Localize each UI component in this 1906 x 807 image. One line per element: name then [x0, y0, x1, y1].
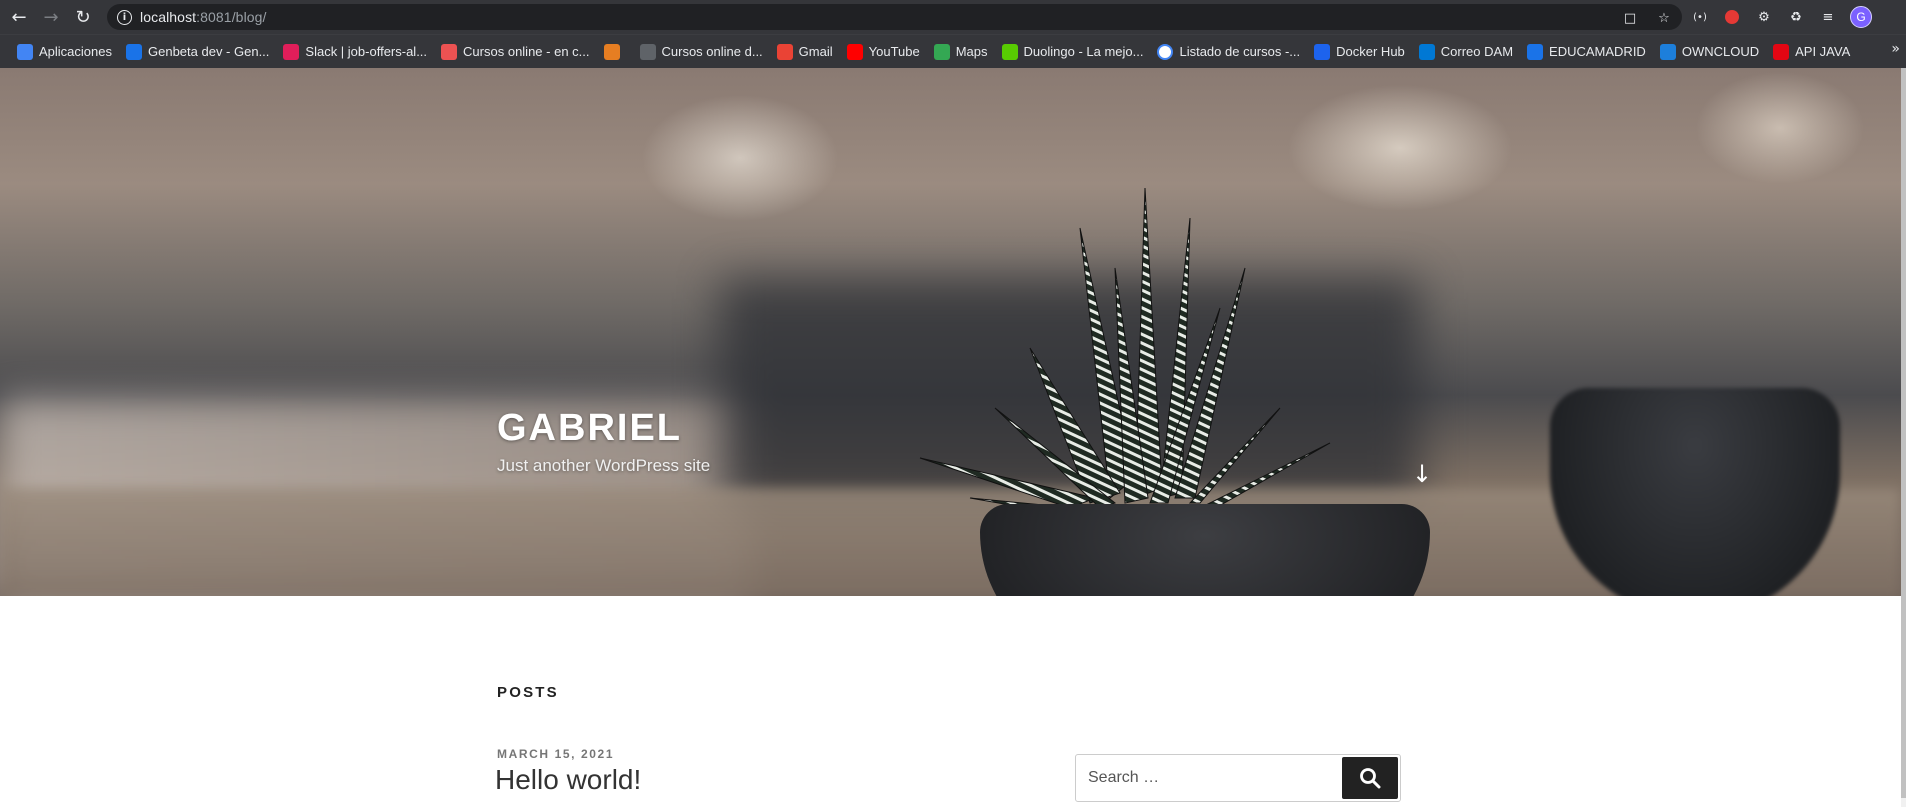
succulent-leaves	[919, 187, 1331, 514]
arrow-right-icon: →	[43, 6, 59, 28]
post-title[interactable]: Hello world!	[495, 764, 641, 796]
apps-grid-icon	[17, 43, 33, 60]
url-host: localhost	[140, 9, 197, 25]
bookmark-item[interactable]: Duolingo - La mejo...	[995, 39, 1151, 65]
bookmark-label: Slack | job-offers-al...	[305, 44, 428, 59]
search-icon	[1360, 768, 1381, 789]
bookmark-label: Maps	[955, 44, 988, 59]
cast-extension-icon[interactable]: (•)	[1690, 7, 1710, 27]
duolingo-icon	[1001, 43, 1018, 60]
bookmark-label: Cursos online - en c...	[463, 44, 590, 59]
slack-icon	[283, 43, 300, 60]
posts-section-heading: POSTS	[497, 684, 559, 701]
bookmark-label: EDUCAMADRID	[1549, 44, 1646, 59]
gmail-icon	[776, 43, 793, 60]
site-tagline: Just another WordPress site	[497, 456, 711, 475]
url-path: :8081/blog/	[196, 9, 267, 25]
bookmark-item[interactable]: Cursos online - en c...	[434, 39, 596, 65]
arrow-left-icon: ←	[11, 6, 27, 28]
mail-icon	[1418, 43, 1435, 60]
bookmark-item[interactable]: Genbeta dev - Gen...	[119, 39, 276, 65]
bookmark-label: Duolingo - La mejo...	[1023, 44, 1144, 59]
site-info-icon[interactable]: i	[117, 9, 132, 25]
search-input[interactable]	[1088, 769, 1348, 787]
bookmark-label: Cursos online d...	[661, 44, 763, 59]
bookmark-item[interactable]: Correo DAM	[1412, 39, 1520, 65]
cat-icon	[603, 43, 620, 60]
site-title[interactable]: GABRIEL	[497, 407, 682, 450]
reading-list-icon[interactable]: ≡	[1818, 7, 1838, 27]
bookmarks-overflow-chevron-icon[interactable]: »	[1891, 41, 1900, 57]
search-button[interactable]	[1342, 757, 1398, 799]
adblock-icon[interactable]	[1722, 7, 1742, 27]
bookmark-label: Docker Hub	[1336, 44, 1405, 59]
settings-extension-icon[interactable]: ⚙	[1754, 7, 1774, 27]
bookmark-item[interactable]: EDUCAMADRID	[1520, 39, 1653, 65]
scrollbar-thumb[interactable]	[1901, 68, 1906, 798]
url-text: localhost:8081/blog/	[140, 9, 267, 25]
browser-toolbar: ← → ↻ i localhost:8081/blog/ □ ☆ (•) ⚙ ♻…	[0, 0, 1906, 34]
bookmark-item[interactable]: Cursos online d...	[633, 39, 770, 65]
udemy-icon	[441, 43, 458, 60]
search-widget	[1075, 754, 1401, 802]
google-icon	[1157, 43, 1174, 60]
reload-button[interactable]: ↻	[70, 4, 96, 30]
bookmark-label: Genbeta dev - Gen...	[148, 44, 270, 59]
cloud-icon	[1659, 43, 1676, 60]
bookmark-label: Listado de cursos -...	[1179, 44, 1301, 59]
bookmark-label: Correo DAM	[1440, 44, 1514, 59]
forward-button[interactable]: →	[38, 4, 64, 30]
translate-icon[interactable]: □	[1620, 8, 1640, 28]
bookmarks-bar: Aplicaciones Genbeta dev - Gen... Slack | …	[0, 34, 1906, 68]
laptop-icon	[639, 43, 656, 60]
bookmark-label: Aplicaciones	[39, 44, 112, 59]
bookmark-label: OWNCLOUD	[1681, 44, 1760, 59]
bookmark-item[interactable]	[597, 39, 633, 65]
reload-icon: ↻	[75, 6, 91, 28]
bookmark-item[interactable]: Maps	[927, 39, 995, 65]
bookmark-item[interactable]: API JAVA	[1766, 39, 1857, 65]
address-bar[interactable]: i localhost:8081/blog/ □ ☆	[107, 4, 1682, 30]
post-date[interactable]: MARCH 15, 2021	[497, 747, 614, 761]
bookmark-item[interactable]: Slack | job-offers-al...	[276, 39, 434, 65]
site-header-hero	[0, 68, 1901, 596]
bookmark-label: Gmail	[798, 44, 833, 59]
bookmark-star-icon[interactable]: ☆	[1654, 8, 1674, 28]
genbeta-icon	[126, 43, 142, 60]
bookmark-item[interactable]: OWNCLOUD	[1653, 39, 1766, 65]
profile-avatar[interactable]: G	[1850, 6, 1872, 28]
extensions-puzzle-icon[interactable]: ♻	[1786, 7, 1806, 27]
docker-icon	[1314, 43, 1331, 60]
plant-pot	[980, 504, 1430, 596]
bookmark-item[interactable]: Gmail	[770, 39, 840, 65]
bookmark-item[interactable]: Docker Hub	[1307, 39, 1412, 65]
bookmark-item[interactable]: YouTube	[840, 39, 927, 65]
bookmark-label: API JAVA	[1795, 44, 1851, 59]
oracle-icon	[1773, 43, 1790, 60]
page-scrollbar[interactable]	[1901, 68, 1906, 807]
back-button[interactable]: ←	[6, 4, 32, 30]
youtube-icon	[846, 43, 863, 60]
background-pot	[1550, 388, 1840, 596]
maps-icon	[933, 43, 950, 60]
bookmark-item[interactable]: Aplicaciones	[10, 39, 119, 65]
scroll-down-arrow-icon[interactable]: ↓	[1412, 460, 1432, 488]
bookmark-item[interactable]: Listado de cursos -...	[1150, 39, 1307, 65]
graduation-cap-icon	[1527, 43, 1544, 60]
bookmark-label: YouTube	[868, 44, 920, 59]
